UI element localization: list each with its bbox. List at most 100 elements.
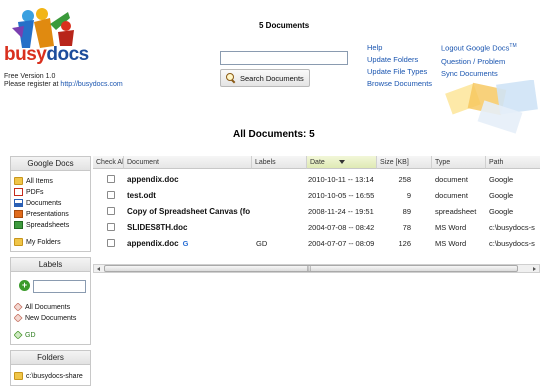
add-label-button[interactable]: + xyxy=(19,280,30,291)
logout-google-docs-link[interactable]: Logout Google DocsTM xyxy=(441,43,517,53)
table-row: test.odt 2010-10-05 -- 16:55 9 document … xyxy=(93,187,540,204)
document-path: Google xyxy=(489,207,514,216)
document-path: Google xyxy=(489,175,514,184)
document-path: c:\busydocs-s xyxy=(489,223,535,232)
tag-icon xyxy=(13,302,23,312)
folder-item-label: c:\busydocs-share xyxy=(26,372,83,380)
new-label-input[interactable] xyxy=(33,280,86,293)
arrow-left-icon xyxy=(97,266,100,271)
document-name[interactable]: appendix.doc xyxy=(127,171,251,188)
search-input[interactable] xyxy=(220,51,348,65)
labels-column-header[interactable]: Labels xyxy=(252,156,307,169)
logout-label: Logout Google Docs xyxy=(441,43,510,53)
table-row: SLIDES8TH.doc 2004-07-08 -- 08:42 78 MS … xyxy=(93,219,540,236)
labels-panel-title: Labels xyxy=(11,258,90,272)
register-link[interactable]: http://busydocs.com xyxy=(60,81,122,88)
document-type: spreadsheet xyxy=(435,207,477,216)
presentation-icon xyxy=(14,210,23,218)
page-title: All Documents: 5 xyxy=(233,129,315,140)
document-label: GD xyxy=(256,239,268,248)
document-size: 126 xyxy=(398,239,411,248)
folders-panel: Folders xyxy=(10,350,91,386)
sidebar-item-pdfs[interactable]: PDFs xyxy=(14,188,44,196)
trademark-mark: TM xyxy=(509,43,517,49)
check-all-header[interactable]: Check All xyxy=(93,156,124,169)
documents-table: Check All Document Labels Date Size [KB]… xyxy=(93,156,540,274)
document-label xyxy=(256,219,304,236)
document-name[interactable]: Copy of Spreadsheet Canvas (fo xyxy=(127,203,251,220)
search-icon xyxy=(226,73,236,83)
sidebar-item-label: Presentations xyxy=(26,210,69,218)
document-type: document xyxy=(435,191,468,200)
row-checkbox[interactable] xyxy=(107,239,115,247)
register-prefix: Please register at xyxy=(4,81,61,88)
document-size: 78 xyxy=(402,223,411,232)
grip-icon: ||| xyxy=(307,266,311,272)
folder-icon xyxy=(14,238,23,246)
label-item-all-documents[interactable]: All Documents xyxy=(13,302,70,312)
document-label xyxy=(256,171,304,188)
document-count: 5 Documents xyxy=(259,21,310,30)
table-row: appendix.doc G GD 2004-07-07 -- 08:09 126… xyxy=(93,235,540,252)
pdf-icon xyxy=(14,188,23,196)
scroll-right-button[interactable] xyxy=(530,265,539,272)
sidebar-item-my-folders[interactable]: My Folders xyxy=(14,238,61,246)
browse-documents-link[interactable]: Browse Documents xyxy=(367,79,432,88)
update-file-types-link[interactable]: Update File Types xyxy=(367,67,427,76)
table-row: Copy of Spreadsheet Canvas (fo 2008-11-2… xyxy=(93,203,540,220)
document-label xyxy=(256,203,304,220)
update-folders-link[interactable]: Update Folders xyxy=(367,55,418,64)
sidebar-item-label: All Items xyxy=(26,177,53,185)
register-text: Please register at http://busydocs.com xyxy=(4,81,123,88)
arrow-right-icon xyxy=(533,266,536,271)
date-column-label: Date xyxy=(310,159,325,166)
sidebar-item-documents[interactable]: Documents xyxy=(14,199,61,207)
sort-descending-icon xyxy=(338,160,345,165)
sidebar-item-label: PDFs xyxy=(26,188,44,196)
table-row: appendix.doc 2010-10-11 -- 13:14 258 doc… xyxy=(93,171,540,188)
row-checkbox[interactable] xyxy=(107,175,115,183)
search-documents-button[interactable]: Search Documents xyxy=(220,69,310,87)
scroll-left-button[interactable] xyxy=(94,265,103,272)
folder-icon xyxy=(14,372,23,380)
version-text: Free Version 1.0 xyxy=(4,73,56,80)
document-column-header[interactable]: Document xyxy=(124,156,252,169)
folders-panel-title: Folders xyxy=(11,351,90,365)
horizontal-scrollbar[interactable]: ||| xyxy=(93,264,540,273)
google-g-icon: G xyxy=(182,239,189,248)
spreadsheet-icon xyxy=(14,221,23,229)
document-path: Google xyxy=(489,191,514,200)
label-item-text: New Documents xyxy=(25,314,77,322)
sidebar-item-all-items[interactable]: All Items xyxy=(14,177,53,185)
document-size: 89 xyxy=(402,207,411,216)
sync-documents-link[interactable]: Sync Documents xyxy=(441,69,498,78)
row-checkbox[interactable] xyxy=(107,207,115,215)
path-column-header[interactable]: Path xyxy=(486,156,540,169)
sidebar-item-presentations[interactable]: Presentations xyxy=(14,210,69,218)
document-name[interactable]: appendix.doc xyxy=(127,239,179,248)
size-column-header[interactable]: Size [KB] xyxy=(377,156,432,169)
label-item-new-documents[interactable]: New Documents xyxy=(13,313,77,323)
search-button-label: Search Documents xyxy=(240,73,304,83)
sidebar-item-spreadsheets[interactable]: Spreadsheets xyxy=(14,221,69,229)
document-date: 2004-07-08 -- 08:42 xyxy=(308,223,375,232)
help-link[interactable]: Help xyxy=(367,43,382,52)
document-date: 2010-10-05 -- 16:55 xyxy=(308,191,375,200)
folder-item-busydocs-share[interactable]: c:\busydocs-share xyxy=(14,372,83,380)
folder-icon xyxy=(14,177,23,185)
date-column-header[interactable]: Date xyxy=(307,156,377,169)
question-problem-link[interactable]: Question / Problem xyxy=(441,57,505,66)
scrollbar-thumb[interactable]: ||| xyxy=(104,265,518,272)
type-column-header[interactable]: Type xyxy=(432,156,486,169)
row-checkbox[interactable] xyxy=(107,223,115,231)
green-tag-icon xyxy=(13,330,23,340)
document-type: document xyxy=(435,175,468,184)
document-size: 258 xyxy=(398,175,411,184)
document-date: 2008-11-24 -- 19:51 xyxy=(308,207,374,216)
document-name[interactable]: SLIDES8TH.doc xyxy=(127,219,251,236)
label-item-gd[interactable]: GD xyxy=(13,330,36,340)
row-checkbox[interactable] xyxy=(107,191,115,199)
document-date: 2010-10-11 -- 13:14 xyxy=(308,175,374,184)
document-name[interactable]: test.odt xyxy=(127,187,251,204)
document-date: 2004-07-07 -- 08:09 xyxy=(308,239,375,248)
